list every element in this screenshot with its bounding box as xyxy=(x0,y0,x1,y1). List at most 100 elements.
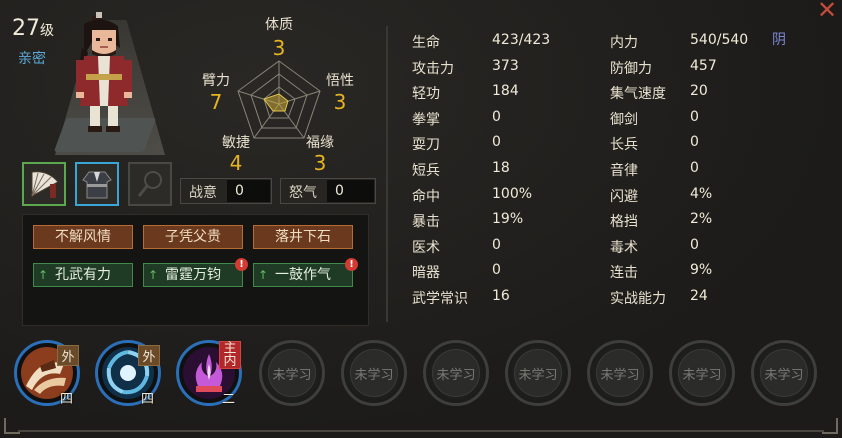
skill-slot-locked[interactable]: 未学习 xyxy=(423,340,489,406)
attribute-value: 4% xyxy=(690,185,713,202)
attribute-value: 0 xyxy=(690,108,699,125)
attribute-value: 24 xyxy=(690,288,708,304)
level-number: 27 xyxy=(12,16,40,41)
attribute-label: 生命 xyxy=(412,35,440,51)
attribute-value: 184 xyxy=(492,83,519,100)
attribute-label: 防御力 xyxy=(610,60,652,77)
radar-label-fortune: 福缘 xyxy=(306,135,334,151)
attribute-label: 格挡 xyxy=(610,214,638,231)
attribute-label: 命中 xyxy=(412,188,440,205)
arrow-up-icon: ↑ xyxy=(38,268,49,282)
relation-status: 亲密 xyxy=(18,51,46,67)
close-icon[interactable]: ✕ xyxy=(814,0,840,22)
not-learned-label: 未学习 xyxy=(518,368,558,383)
skill-slot-learned[interactable]: 主内 二 xyxy=(176,340,242,407)
equip-slot-accessory[interactable] xyxy=(128,162,172,206)
radar-label-agility: 敏捷 xyxy=(222,135,250,151)
attribute-label: 轻功 xyxy=(412,86,440,103)
arrow-up-icon: ↑ xyxy=(258,268,269,282)
attribute-value: 9% xyxy=(690,262,713,279)
attribute-label: 集气速度 xyxy=(610,86,666,103)
trait-tag-upgradable[interactable]: ↑ 孔武有力 xyxy=(33,263,133,287)
trait-label: 雷霆万钧 xyxy=(165,267,221,283)
attribute-value: 18 xyxy=(492,160,510,176)
attribute-value: 0 xyxy=(492,108,501,125)
trait-tag[interactable]: 不解风情 xyxy=(33,225,133,249)
skill-type-badge: 外 xyxy=(57,345,79,366)
trait-tag-upgradable[interactable]: ↑ 雷霆万钧 ! xyxy=(143,258,248,287)
attribute-label: 暴击 xyxy=(412,214,440,231)
trait-tag[interactable]: 子凭父贵 xyxy=(143,225,243,249)
skill-slot-learned[interactable]: 外 四 xyxy=(14,340,80,407)
attribute-label: 御剑 xyxy=(610,111,638,128)
attribute-value: 457 xyxy=(690,57,717,74)
skill-slot-locked[interactable]: 未学习 xyxy=(669,340,735,406)
attribute-value: 2% xyxy=(690,211,713,228)
attribute-label: 内力 xyxy=(610,35,638,51)
rage-field: 怒气 0 xyxy=(280,178,376,204)
radar-value-agility: 4 xyxy=(230,151,243,175)
robe-icon xyxy=(82,171,112,199)
trait-tag-upgradable[interactable]: ↑ 一鼓作气 ! xyxy=(253,258,358,287)
character-level: 27级 xyxy=(12,16,54,41)
attribute-value: 19% xyxy=(492,211,524,228)
radar-value-strength: 7 xyxy=(210,90,223,114)
character-portrait xyxy=(76,12,132,132)
skill-slot-locked[interactable]: 未学习 xyxy=(259,340,325,406)
level-unit: 级 xyxy=(40,23,54,39)
radar-label-comprehension: 悟性 xyxy=(326,73,354,89)
attribute-value: 100% xyxy=(492,185,533,202)
attribute-label: 攻击力 xyxy=(412,60,454,77)
attribute-label: 拳掌 xyxy=(412,111,440,128)
radar-value-fortune: 3 xyxy=(314,151,327,175)
attribute-value: 0 xyxy=(492,134,501,151)
skill-rank: 四 xyxy=(140,392,154,407)
character-panel: ✕ 27级 亲密 体质 3 臂力 7 悟性 3 敏捷 4 福缘 3 战意 0 怒… xyxy=(0,0,842,438)
attribute-value: 0 xyxy=(690,236,699,253)
not-learned-label: 未学习 xyxy=(682,368,722,383)
attribute-label: 耍刀 xyxy=(412,137,440,154)
radar-value-comprehension: 3 xyxy=(334,90,347,114)
attribute-radar: 体质 3 臂力 7 悟性 3 敏捷 4 福缘 3 xyxy=(202,17,354,175)
divider xyxy=(386,26,388,322)
equip-slot-armor[interactable] xyxy=(75,162,119,206)
attribute-label: 长兵 xyxy=(610,137,638,154)
skill-slot-learned[interactable]: 外 四 xyxy=(95,340,161,407)
attribute-value: 373 xyxy=(492,57,519,74)
skill-rank: 四 xyxy=(59,392,73,407)
skill-rank: 二 xyxy=(221,392,235,407)
fan-icon xyxy=(31,171,59,198)
rage-label: 怒气 xyxy=(289,185,317,201)
attribute-label: 医术 xyxy=(412,239,440,256)
not-learned-label: 未学习 xyxy=(354,368,394,383)
skill-slot-locked[interactable]: 未学习 xyxy=(341,340,407,406)
attribute-value: 16 xyxy=(492,288,510,304)
attribute-label: 短兵 xyxy=(412,163,440,179)
attribute-value: 423/423 xyxy=(492,32,551,48)
rage-value: 0 xyxy=(327,180,374,202)
battle-intent-label: 战意 xyxy=(189,185,217,201)
attribute-value: 0 xyxy=(492,262,501,279)
battle-intent-field: 战意 0 xyxy=(180,178,272,204)
skill-type-badge: 外 xyxy=(138,345,160,366)
frame-bottom-line xyxy=(18,430,824,432)
skill-slot-locked[interactable]: 未学习 xyxy=(587,340,653,406)
attribute-label: 闪避 xyxy=(610,188,638,205)
trait-tag[interactable]: 落井下石 xyxy=(253,225,353,249)
attribute-label: 毒术 xyxy=(610,239,638,256)
trait-label: 孔武有力 xyxy=(55,267,111,283)
skill-slot-locked[interactable]: 未学习 xyxy=(505,340,571,406)
attribute-label: 连击 xyxy=(610,265,638,282)
not-learned-label: 未学习 xyxy=(272,368,312,383)
not-learned-label: 未学习 xyxy=(436,368,476,383)
badge-inner-char: 内 xyxy=(223,354,237,369)
radar-label-strength: 臂力 xyxy=(202,73,230,89)
attribute-label: 音律 xyxy=(610,163,638,179)
attribute-value: 0 xyxy=(492,236,501,253)
attribute-value: 540/540 xyxy=(690,32,749,48)
skill-slot-locked[interactable]: 未学习 xyxy=(751,340,817,406)
alignment-indicator: 阴 xyxy=(772,32,786,48)
not-learned-label: 未学习 xyxy=(764,368,804,383)
equip-slot-weapon[interactable] xyxy=(22,162,66,206)
attribute-value: 0 xyxy=(690,134,699,151)
